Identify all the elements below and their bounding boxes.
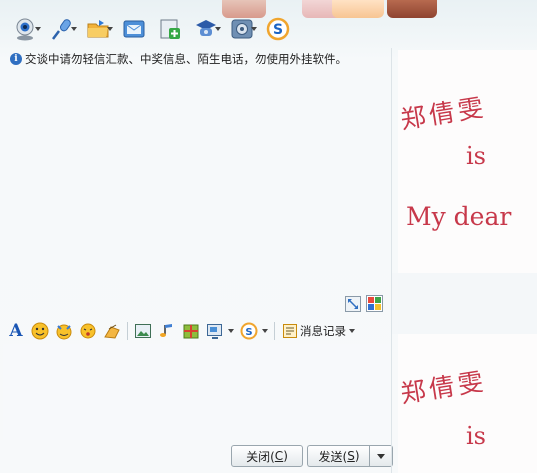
message-history-area[interactable] xyxy=(3,66,390,316)
music-note-icon xyxy=(104,324,120,339)
qq-apps-button[interactable]: S xyxy=(260,15,296,43)
input-toolbar: A S 消息记录 xyxy=(4,318,391,344)
emoticon-button[interactable] xyxy=(28,320,52,342)
panel-spacer xyxy=(392,273,537,334)
dropdown-arrow-icon[interactable] xyxy=(35,27,41,31)
security-notice-text: 交谈中请勿轻信汇款、中奖信息、陌生电话，勿使用外挂软件。 xyxy=(25,52,347,66)
chat-toolbar: S xyxy=(8,14,296,44)
toolbar-divider xyxy=(274,322,275,340)
contact-show-panel: 郑倩雯 is My dear xyxy=(398,50,537,273)
color-palette-icon[interactable] xyxy=(366,295,383,312)
soso-search-button[interactable]: S xyxy=(237,320,261,342)
chevron-down-icon xyxy=(377,453,385,459)
send-button[interactable]: 发送(S) xyxy=(307,445,370,467)
shake-window-button[interactable] xyxy=(76,320,100,342)
gift-button[interactable] xyxy=(179,320,203,342)
my-show-panel: 郑倩雯 is xyxy=(398,334,537,473)
gift-icon xyxy=(183,324,199,339)
dropdown-arrow-icon[interactable] xyxy=(262,329,268,333)
dropdown-arrow-icon xyxy=(349,329,355,333)
screenshot-button[interactable] xyxy=(203,320,227,342)
create-group-button[interactable] xyxy=(152,15,188,43)
voice-message-button[interactable] xyxy=(100,320,124,342)
svg-text:S: S xyxy=(245,327,252,338)
picture-icon xyxy=(135,324,151,338)
voice-call-button[interactable] xyxy=(44,15,80,43)
add-document-icon xyxy=(160,19,180,39)
dropdown-arrow-icon[interactable] xyxy=(228,329,234,333)
close-shortcut-key: C xyxy=(274,449,284,463)
music-button[interactable] xyxy=(155,320,179,342)
remote-assist-button[interactable] xyxy=(188,15,224,43)
soso-logo-icon: S xyxy=(266,17,290,41)
handwritten-name: 郑倩雯 xyxy=(398,366,489,409)
security-notice: i 交谈中请勿轻信汇款、中奖信息、陌生电话，勿使用外挂软件。 xyxy=(10,51,347,67)
mail-icon xyxy=(123,20,145,38)
handwritten-text: My dear xyxy=(406,202,512,231)
dropdown-arrow-icon[interactable] xyxy=(71,27,77,31)
handwritten-name: 郑倩雯 xyxy=(398,92,489,135)
dropdown-arrow-icon[interactable] xyxy=(251,27,257,31)
dropdown-arrow-icon[interactable] xyxy=(107,27,113,31)
message-history-button[interactable]: 消息记录 xyxy=(280,321,360,341)
header-decoration-image xyxy=(332,0,384,18)
send-sms-button[interactable] xyxy=(116,15,152,43)
app-settings-button[interactable] xyxy=(224,15,260,43)
header-decoration-image xyxy=(387,0,437,18)
send-shortcut-key: S xyxy=(347,449,355,463)
message-history-label: 消息记录 xyxy=(300,324,346,338)
note-icon xyxy=(160,324,172,337)
send-image-button[interactable] xyxy=(131,320,155,342)
handwritten-text: is xyxy=(466,422,486,450)
send-button-label: 发送( xyxy=(318,449,348,464)
expand-icon[interactable] xyxy=(345,296,361,312)
smiley-icon xyxy=(31,322,49,340)
toolbar-divider xyxy=(127,322,128,340)
handwritten-text: is xyxy=(466,142,486,170)
close-button[interactable]: 关闭(C) xyxy=(231,445,303,467)
magic-face-icon xyxy=(56,324,72,340)
send-button-label-end: ) xyxy=(354,449,360,463)
history-icon xyxy=(283,324,297,338)
video-call-button[interactable] xyxy=(8,15,44,43)
font-icon: A xyxy=(9,321,23,341)
svg-text:S: S xyxy=(273,22,283,38)
chat-window: S i 交谈中请勿轻信汇款、中奖信息、陌生电话，勿使用外挂软件。 A S 消息记… xyxy=(0,0,537,473)
shake-face-icon xyxy=(80,323,96,339)
close-button-label-end: ) xyxy=(283,449,288,463)
soso-logo-icon: S xyxy=(240,322,258,340)
magic-emoticon-button[interactable] xyxy=(52,320,76,342)
send-file-button[interactable] xyxy=(80,15,116,43)
dropdown-arrow-icon[interactable] xyxy=(215,27,221,31)
panel-divider xyxy=(391,48,392,473)
font-button[interactable]: A xyxy=(4,320,28,342)
info-icon: i xyxy=(10,53,22,65)
screen-capture-icon xyxy=(207,324,222,339)
message-input[interactable] xyxy=(3,344,390,440)
send-options-button[interactable] xyxy=(369,445,393,467)
close-button-label: 关闭( xyxy=(246,449,275,464)
